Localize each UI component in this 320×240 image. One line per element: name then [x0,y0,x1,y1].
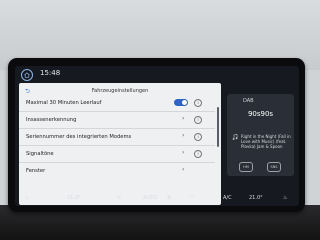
station-name: 90s90s [247,110,274,118]
seat-heat-right-icon[interactable]: ♨ [283,195,287,201]
info-icon[interactable]: i [194,99,202,107]
media-source: DAB [243,98,254,104]
fan-left-icon[interactable]: ≋ [117,195,121,201]
media-button-a[interactable]: HM [239,162,253,172]
settings-panel: ⮌ Fahrzeugeinstellungen Maximal 30 Minut… [19,83,221,205]
setting-row-modem[interactable]: Seriennummer des integrierten Modems › i [19,129,215,146]
media-button-b[interactable]: SNS [267,162,281,172]
chevron-right-icon: › [182,149,185,156]
fan-icon[interactable]: ✻ [167,195,171,201]
climate-bar: ♨ 21.0° ≋ AUTO ✻ ⌒ A/C 21.0° ♨ [15,193,299,206]
scrollbar[interactable] [217,107,219,147]
setting-label: Fenster [26,168,46,174]
status-bar: 15:48 [15,66,299,83]
info-icon[interactable]: i [194,133,202,141]
clock: 15:48 [40,69,61,77]
setting-label: Insassenerkennung [26,117,77,123]
info-icon[interactable]: i [194,150,202,158]
infotainment-screen: 15:48 ⮌ Fahrzeugeinstellungen Maximal 30… [15,66,299,206]
chevron-right-icon: › [182,132,185,139]
chevron-right-icon: › [182,166,185,173]
setting-row-windows[interactable]: Fenster › [19,163,215,179]
setting-row-occupant[interactable]: Insassenerkennung › i [19,112,215,129]
auto-button[interactable]: AUTO [143,195,157,201]
music-note-icon [232,134,238,140]
setting-label: Seriennummer des integrierten Modems [26,134,132,140]
panel-title: Fahrzeugeinstellungen [91,88,149,94]
defrost-icon[interactable]: ⌒ [189,195,194,202]
ac-button[interactable]: A/C [223,195,232,201]
seat-heat-left-icon[interactable]: ♨ [25,195,29,201]
idle-toggle[interactable] [174,99,188,106]
song-info: Right in the Night (Fall in Love with Mu… [241,134,291,149]
setting-label: Signaltöne [26,151,54,157]
setting-label: Maximal 30 Minuten Leerlauf [26,100,102,106]
info-icon[interactable]: i [194,116,202,124]
media-card[interactable]: DAB 90s90s Right in the Night (Fall in L… [227,94,294,176]
home-button[interactable] [21,69,33,81]
chevron-right-icon: › [182,115,185,122]
right-temp[interactable]: 21.0° [249,195,263,201]
left-temp[interactable]: 21.0° [67,195,81,201]
setting-row-idle[interactable]: Maximal 30 Minuten Leerlauf i [19,95,215,112]
home-icon [24,72,30,78]
setting-row-sounds[interactable]: Signaltöne › i [19,146,215,163]
